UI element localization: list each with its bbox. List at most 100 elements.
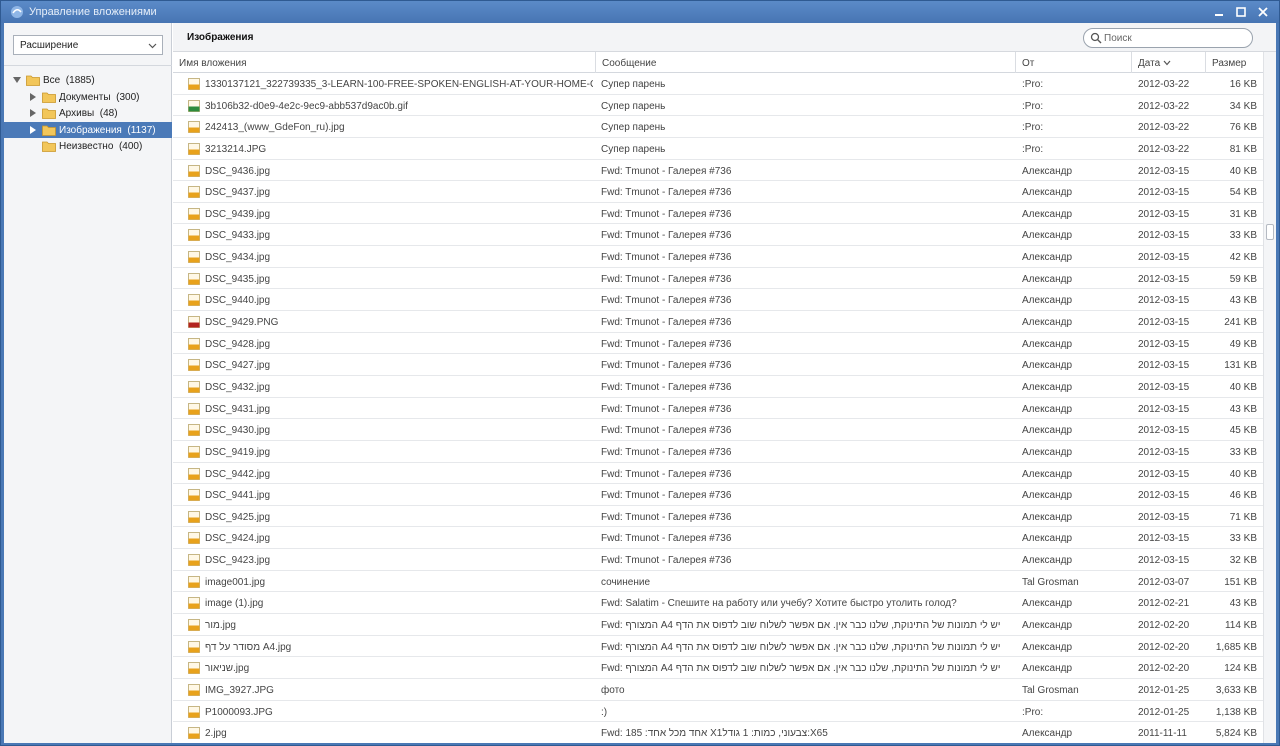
column-header-from[interactable]: От bbox=[1016, 52, 1132, 73]
search-box[interactable] bbox=[1083, 28, 1253, 48]
tree-item-name: Изображения bbox=[59, 124, 122, 136]
cell-date: 2012-03-15 bbox=[1138, 252, 1190, 264]
minimize-icon[interactable] bbox=[1212, 5, 1226, 19]
cell-name: DSC_9433.jpg bbox=[205, 230, 271, 242]
table-row[interactable]: P1000093.JPG:):Pro: 2012-01-25 1,138 KB bbox=[173, 701, 1263, 723]
tree-item[interactable]: Изображения (1137) bbox=[4, 121, 172, 139]
close-icon[interactable] bbox=[1256, 5, 1270, 19]
column-header-size[interactable]: Размер bbox=[1206, 52, 1263, 73]
table-row[interactable]: DSC_9423.jpg Fwd: Tmunot - Галерея #736 Ал… bbox=[173, 549, 1263, 571]
expand-down-icon[interactable] bbox=[13, 76, 21, 84]
cell-date: 2012-02-20 bbox=[1138, 620, 1190, 632]
table-row[interactable]: מסודר על דף A4.jpg Fwd: המצורף A4 יש לי ת… bbox=[173, 636, 1263, 658]
cell-from: Александр bbox=[1022, 663, 1073, 675]
cell-from: Александр bbox=[1022, 555, 1073, 567]
table-row[interactable]: DSC_9432.jpg Fwd: Tmunot - Галерея #736 Ал… bbox=[173, 376, 1263, 398]
cell-name: 2.jpg bbox=[205, 728, 227, 740]
cell-message: Fwd: Tmunot - Галерея #736 bbox=[601, 511, 732, 523]
table-row[interactable]: 1330137121_322739335_3-LEARN-100-FREE-SP… bbox=[173, 73, 1263, 95]
jpg-file-icon bbox=[188, 445, 200, 458]
cell-date: 2012-03-15 bbox=[1138, 273, 1190, 285]
expand-right-icon[interactable] bbox=[29, 109, 37, 118]
tree-item[interactable]: Архивы (48) bbox=[4, 105, 172, 122]
main-panel: Изображения Имя вложения Сообщение От Да… bbox=[173, 23, 1276, 743]
jpg-file-icon bbox=[188, 684, 200, 696]
table-row[interactable]: DSC_9431.jpg Fwd: Tmunot - Галерея #736 Ал… bbox=[173, 398, 1263, 420]
cell-from: Александр bbox=[1022, 230, 1073, 242]
expand-right-icon[interactable] bbox=[29, 92, 37, 101]
cell-name: DSC_9441.jpg bbox=[205, 490, 271, 502]
cell-from: Tal Grosman bbox=[1022, 684, 1079, 696]
table-row[interactable]: 3b106b32-d0e9-4e2c-9ec9-abb537d9ac0b.gif… bbox=[173, 95, 1263, 117]
cell-name: DSC_9432.jpg bbox=[205, 381, 271, 393]
tree-item[interactable]: Документы (300) bbox=[4, 89, 172, 106]
cell-size: 43 KB bbox=[1229, 295, 1257, 307]
cell-date: 2012-03-15 bbox=[1138, 533, 1190, 545]
sidebar-divider bbox=[4, 65, 172, 66]
table-row[interactable]: 242413_(www_GdeFon_ru).jpg Супер парень:P… bbox=[173, 116, 1263, 138]
table-row[interactable]: DSC_9427.jpg Fwd: Tmunot - Галерея #736 Ал… bbox=[173, 354, 1263, 376]
scrollbar-thumb[interactable] bbox=[1266, 224, 1274, 240]
dropdown-value: Расширение bbox=[20, 40, 79, 51]
expand-right-icon[interactable] bbox=[29, 125, 37, 134]
cell-message: Fwd: Tmunot - Галерея #736 bbox=[601, 555, 732, 567]
table-row[interactable]: DSC_9439.jpg Fwd: Tmunot - Галерея #736 Ал… bbox=[173, 203, 1263, 225]
table-row[interactable]: DSC_9430.jpg Fwd: Tmunot - Галерея #736 Ал… bbox=[173, 419, 1263, 441]
cell-size: 40 KB bbox=[1229, 381, 1257, 393]
content-header: Изображения bbox=[173, 23, 1276, 52]
table-row[interactable]: DSC_9441.jpg Fwd: Tmunot - Галерея #736 Ал… bbox=[173, 484, 1263, 506]
cell-size: 71 KB bbox=[1229, 511, 1257, 523]
column-header-message[interactable]: Сообщение bbox=[596, 52, 1016, 73]
table-row[interactable]: image (1).jpg Fwd: Salatim - Спешите на р… bbox=[173, 592, 1263, 615]
table-row[interactable]: DSC_9435.jpg Fwd: Tmunot - Галерея #736 Ал… bbox=[173, 268, 1263, 290]
column-header-name[interactable]: Имя вложения bbox=[173, 52, 596, 73]
table-row[interactable]: שניאור.jpg Fwd: המצורף A4 יש לי תמונות של… bbox=[173, 657, 1263, 679]
jpg-file-icon bbox=[188, 251, 200, 264]
table-row[interactable]: 2.jpg Fwd: 185 :אחד מכל אחד X1צבעוני, כמו… bbox=[173, 722, 1263, 743]
vertical-scrollbar[interactable] bbox=[1263, 52, 1276, 743]
cell-message: Супер парень bbox=[601, 143, 666, 155]
cell-date: 2012-03-15 bbox=[1138, 338, 1190, 350]
table-row[interactable]: 3213214.JPG Супер парень:Pro: 2012-03-22 81… bbox=[173, 138, 1263, 160]
cell-date: 2012-03-15 bbox=[1138, 425, 1190, 437]
cell-from: Александр bbox=[1022, 208, 1073, 220]
tree-item-label: Неизвестно (400) bbox=[59, 141, 142, 152]
cell-date: 2012-03-22 bbox=[1138, 122, 1190, 134]
table-row[interactable]: DSC_9425.jpg Fwd: Tmunot - Галерея #736 Ал… bbox=[173, 506, 1263, 528]
table-row[interactable]: DSC_9440.jpg Fwd: Tmunot - Галерея #736 Ал… bbox=[173, 289, 1263, 312]
folder-icon bbox=[42, 141, 56, 153]
jpg-file-icon bbox=[188, 207, 200, 220]
sidebar: Расширение Все (1885) Документы (300) Архи… bbox=[4, 23, 172, 743]
table-row[interactable]: DSC_9424.jpg Fwd: Tmunot - Галерея #736 Ал… bbox=[173, 527, 1263, 550]
cell-size: 124 KB bbox=[1224, 663, 1257, 675]
table-row[interactable]: DSC_9419.jpg Fwd: Tmunot - Галерея #736 Ал… bbox=[173, 441, 1263, 463]
tree-item-label: Все (1885) bbox=[43, 75, 95, 86]
table-row[interactable]: DSC_9429.PNG Fwd: Tmunot - Галерея #736 Ал… bbox=[173, 311, 1263, 333]
table-row[interactable]: DSC_9434.jpg Fwd: Tmunot - Галерея #736 Ал… bbox=[173, 246, 1263, 268]
table-row[interactable]: DSC_9433.jpg Fwd: Tmunot - Галерея #736 Ал… bbox=[173, 224, 1263, 247]
table-row[interactable]: DSC_9437.jpg Fwd: Tmunot - Галерея #736 Ал… bbox=[173, 181, 1263, 203]
cell-size: 42 KB bbox=[1229, 252, 1257, 264]
cell-message: Fwd: המצורף A4 יש לי תמונות של התינוקת, … bbox=[601, 663, 1001, 675]
cell-from: Александр bbox=[1022, 317, 1073, 329]
table-row[interactable]: IMG_3927.JPG фото Tal Grosman 2012-01-25 3,6… bbox=[173, 679, 1263, 701]
table-row[interactable]: DSC_9442.jpg Fwd: Tmunot - Галерея #736 Ал… bbox=[173, 463, 1263, 485]
tree-item[interactable]: Все (1885) bbox=[4, 72, 172, 89]
cell-name: IMG_3927.JPG bbox=[205, 684, 274, 696]
tree-item[interactable]: Неизвестно (400) bbox=[4, 138, 172, 155]
table-row[interactable]: מור.jpg Fwd: המצורף A4 יש לי תמונות של הת… bbox=[173, 614, 1263, 636]
table-row[interactable]: image001.jpg сочинение Tal Grosman 2012-03-… bbox=[173, 571, 1263, 593]
maximize-icon[interactable] bbox=[1234, 5, 1248, 19]
table-row[interactable]: DSC_9428.jpg Fwd: Tmunot - Галерея #736 Ал… bbox=[173, 333, 1263, 355]
cell-name: מסודר על דף A4.jpg bbox=[205, 641, 292, 653]
cell-from: :Pro: bbox=[1022, 143, 1044, 155]
cell-from: :Pro: bbox=[1022, 122, 1044, 134]
cell-message: Супер парень bbox=[601, 100, 666, 112]
group-by-dropdown[interactable]: Расширение bbox=[13, 35, 163, 55]
cell-size: 241 KB bbox=[1224, 317, 1257, 329]
title-bar[interactable]: Управление вложениями bbox=[1, 1, 1279, 23]
search-input[interactable] bbox=[1104, 31, 1244, 45]
table-row[interactable]: DSC_9436.jpg Fwd: Tmunot - Галерея #736 Ал… bbox=[173, 160, 1263, 182]
cell-size: 43 KB bbox=[1229, 403, 1257, 415]
column-header-date[interactable]: Дата bbox=[1132, 52, 1206, 73]
